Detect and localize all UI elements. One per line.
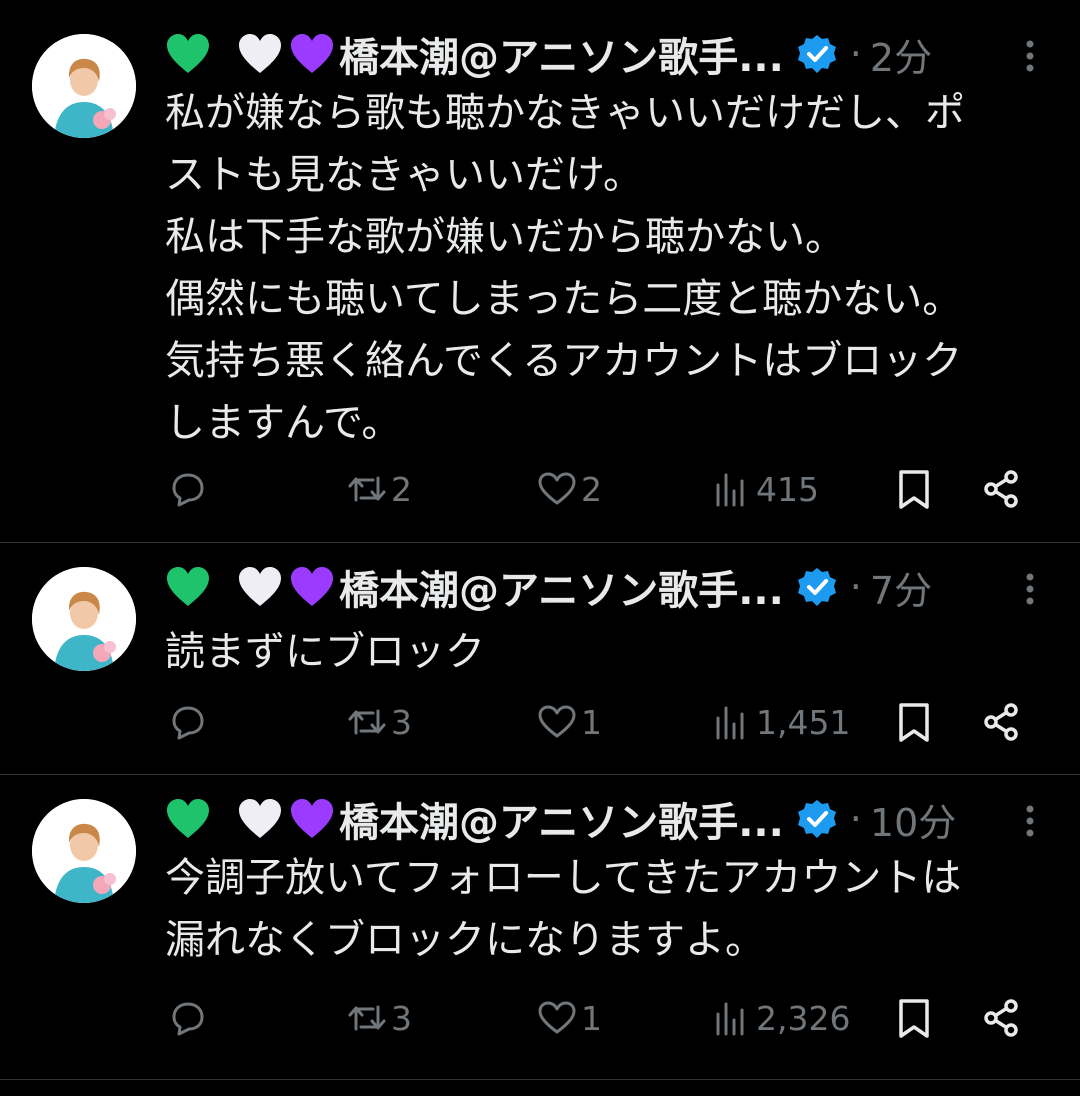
tweet-text-line: 偶然にも聴いてしまったら二度と聴かない。 (165, 276, 963, 322)
avatar[interactable] (32, 34, 136, 138)
like-button[interactable]: 2 (535, 464, 602, 514)
avatar[interactable] (32, 799, 136, 903)
bookmark-button[interactable] (892, 993, 936, 1043)
reply-icon (165, 700, 209, 744)
views-button[interactable]: 2,326 (710, 993, 850, 1043)
tweet-text-line: 漏れなくブロックになりますよ。 (165, 917, 765, 963)
tweet[interactable]: 橋本潮@アニソン歌手... · 10分 今調子放いてフォローしてきたアカウントは… (0, 775, 1080, 1080)
bookmark-button[interactable] (892, 697, 936, 747)
views-icon (710, 700, 754, 744)
more-options-icon[interactable] (1010, 801, 1050, 841)
timestamp[interactable]: 10分 (870, 792, 956, 847)
white-heart-icon (237, 33, 283, 75)
purple-heart-icon (289, 33, 335, 75)
repost-count: 3 (391, 702, 412, 742)
views-button[interactable]: 415 (710, 464, 819, 514)
bookmark-icon (892, 467, 936, 511)
repost-button[interactable]: 2 (345, 464, 412, 514)
bookmark-icon (892, 700, 936, 744)
display-name[interactable]: 橋本潮@アニソン歌手... (339, 790, 784, 848)
display-name[interactable]: 橋本潮@アニソン歌手... (339, 25, 784, 83)
verified-badge-icon[interactable] (796, 33, 838, 75)
tweet-header: 橋本潮@アニソン歌手... · 7分 (165, 557, 1050, 617)
timestamp[interactable]: 7分 (870, 560, 932, 615)
purple-heart-icon (289, 798, 335, 840)
repost-icon (345, 700, 389, 744)
purple-heart-icon (289, 566, 335, 608)
emoji-hearts (165, 33, 335, 75)
tweet-text: 私が嫌なら歌も聴かなきゃいいだけだし、ポ ストも見なきゃいいだけ。 私は下手な歌… (165, 82, 1050, 454)
reply-button[interactable] (165, 464, 211, 514)
bookmark-icon (892, 996, 936, 1040)
like-count: 2 (581, 469, 602, 509)
tweet-text-line: 今調子放いてフォローしてきたアカウントは (165, 855, 962, 901)
views-count: 415 (756, 469, 819, 509)
heart-icon (535, 467, 579, 511)
views-button[interactable]: 1,451 (710, 697, 850, 747)
more-options-icon[interactable] (1010, 569, 1050, 609)
display-name[interactable]: 橋本潮@アニソン歌手... (339, 558, 784, 616)
repost-icon (345, 996, 389, 1040)
tweet-header: 橋本潮@アニソン歌手... · 10分 (165, 789, 1050, 849)
white-heart-icon (237, 798, 283, 840)
like-button[interactable]: 1 (535, 993, 602, 1043)
reply-button[interactable] (165, 697, 211, 747)
tweet-text: 今調子放いてフォローしてきたアカウントは 漏れなくブロックになりますよ。 (165, 847, 1050, 971)
bookmark-button[interactable] (892, 464, 936, 514)
views-icon (710, 996, 754, 1040)
heart-icon (535, 700, 579, 744)
timestamp[interactable]: 2分 (870, 27, 932, 82)
action-bar: 3 1 2,326 (165, 993, 1050, 1043)
separator-dot: · (849, 565, 862, 609)
share-icon (980, 700, 1024, 744)
share-button[interactable] (980, 464, 1024, 514)
like-count: 1 (581, 702, 602, 742)
repost-icon (345, 467, 389, 511)
share-icon (980, 996, 1024, 1040)
reply-icon (165, 467, 209, 511)
avatar[interactable] (32, 567, 136, 671)
tweet-text-line: 読まずにブロック (165, 629, 485, 675)
separator-dot: · (849, 797, 862, 841)
repost-count: 3 (391, 998, 412, 1038)
green-heart-icon (165, 566, 211, 608)
timeline: 橋本潮@アニソン歌手... · 2分 私が嫌なら歌も聴かなきゃいいだけだし、ポ … (0, 0, 1080, 1080)
like-count: 1 (581, 998, 602, 1038)
repost-count: 2 (391, 469, 412, 509)
tweet-text-line: しますんで。 (165, 400, 402, 446)
tweet-text-line: 気持ち悪く絡んでくるアカウントはブロック (165, 338, 963, 384)
views-icon (710, 467, 754, 511)
emoji-hearts (165, 566, 335, 608)
tweet-text: 読まずにブロック (165, 621, 1050, 683)
white-heart-icon (237, 566, 283, 608)
reply-button[interactable] (165, 993, 211, 1043)
tweet-header: 橋本潮@アニソン歌手... · 2分 (165, 24, 1050, 84)
views-count: 1,451 (756, 702, 851, 742)
tweet[interactable]: 橋本潮@アニソン歌手... · 7分 読まずにブロック 3 1 1,451 (0, 543, 1080, 775)
like-button[interactable]: 1 (535, 697, 602, 747)
share-button[interactable] (980, 697, 1024, 747)
repost-button[interactable]: 3 (345, 993, 412, 1043)
action-bar: 2 2 415 (165, 464, 1050, 514)
emoji-hearts (165, 798, 335, 840)
green-heart-icon (165, 33, 211, 75)
more-options-icon[interactable] (1010, 36, 1050, 76)
green-heart-icon (165, 798, 211, 840)
share-icon (980, 467, 1024, 511)
tweet-text-line: 私は下手な歌が嫌いだから聴かない。 (165, 214, 845, 260)
heart-icon (535, 996, 579, 1040)
separator-dot: · (849, 32, 862, 76)
views-count: 2,326 (756, 998, 851, 1038)
action-bar: 3 1 1,451 (165, 697, 1050, 747)
verified-badge-icon[interactable] (796, 566, 838, 608)
repost-button[interactable]: 3 (345, 697, 412, 747)
tweet[interactable]: 橋本潮@アニソン歌手... · 2分 私が嫌なら歌も聴かなきゃいいだけだし、ポ … (0, 0, 1080, 543)
verified-badge-icon[interactable] (796, 798, 838, 840)
reply-icon (165, 996, 209, 1040)
share-button[interactable] (980, 993, 1024, 1043)
tweet-text-line: 私が嫌なら歌も聴かなきゃいいだけだし、ポ (165, 90, 965, 136)
tweet-text-line: ストも見なきゃいいだけ。 (165, 152, 643, 198)
